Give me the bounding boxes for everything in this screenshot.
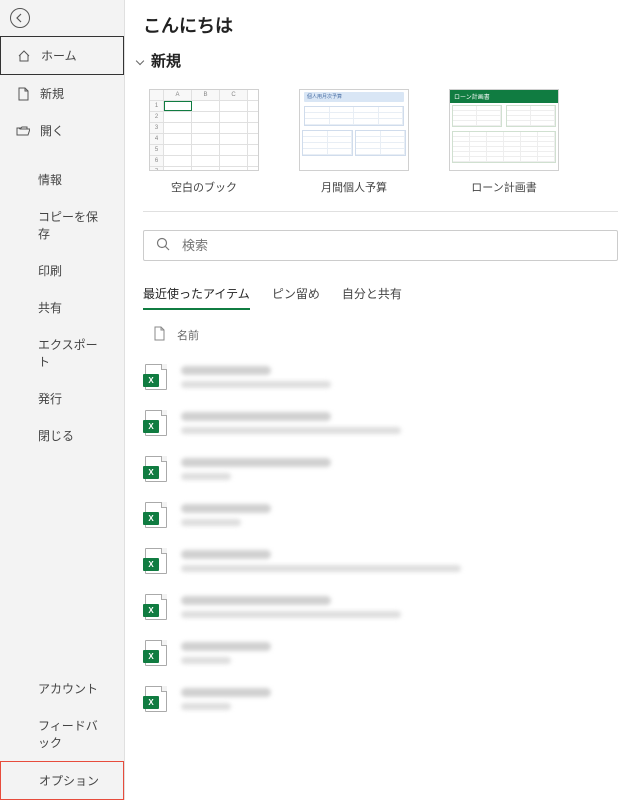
file-meta: [181, 458, 616, 480]
nav-account[interactable]: アカウント: [0, 670, 124, 707]
nav-print-label: 印刷: [38, 262, 62, 279]
document-icon: [153, 326, 165, 344]
nav-publish-label: 発行: [38, 390, 62, 407]
file-row[interactable]: X: [125, 400, 636, 446]
excel-file-icon: X: [145, 548, 167, 574]
nav-new-label: 新規: [40, 85, 64, 102]
section-new-header[interactable]: 新規: [125, 44, 636, 77]
nav-print[interactable]: 印刷: [0, 252, 124, 289]
back-arrow-icon: [10, 8, 30, 28]
file-meta: [181, 550, 616, 572]
file-row[interactable]: X: [125, 584, 636, 630]
search-icon: [156, 237, 170, 254]
nav-open[interactable]: 開く: [0, 112, 124, 149]
template-loan-schedule[interactable]: ローン計画書 ローン計画書: [449, 89, 559, 195]
nav-home-label: ホーム: [41, 47, 77, 64]
template-loan-label: ローン計画書: [471, 179, 536, 195]
backstage-sidebar: ホーム 新規 開く 情報 コピーを保存 印刷 共有 エクスポート 発行 閉じる …: [0, 0, 125, 800]
template-blank-thumb: ABC 1 2 3 4 5 6 7: [149, 89, 259, 171]
nav-options-label: オプション: [39, 772, 99, 789]
nav-new[interactable]: 新規: [0, 75, 124, 112]
template-monthly-budget[interactable]: 個人用月次予算 月間個人予算: [299, 89, 409, 195]
file-meta: [181, 642, 616, 664]
tab-pinned[interactable]: ピン留め: [272, 279, 320, 310]
nav-info-label: 情報: [38, 171, 62, 188]
page-title: こんにちは: [125, 12, 636, 44]
template-loan-header: ローン計画書: [450, 90, 558, 103]
nav-open-label: 開く: [40, 122, 64, 139]
template-loan-thumb: ローン計画書: [449, 89, 559, 171]
file-row[interactable]: X: [125, 538, 636, 584]
file-row[interactable]: X: [125, 492, 636, 538]
template-blank-workbook[interactable]: ABC 1 2 3 4 5 6 7 空白のブック: [149, 89, 259, 195]
recent-file-list: X X X X X X X: [125, 354, 636, 722]
template-budget-header: 個人用月次予算: [304, 92, 404, 102]
nav-close[interactable]: 閉じる: [0, 417, 124, 454]
file-meta: [181, 412, 616, 434]
nav-publish[interactable]: 発行: [0, 380, 124, 417]
file-row[interactable]: X: [125, 354, 636, 400]
nav-account-label: アカウント: [38, 680, 98, 697]
file-row[interactable]: X: [125, 630, 636, 676]
home-icon: [17, 49, 31, 63]
folder-open-icon: [16, 124, 30, 138]
search-input[interactable]: [182, 238, 605, 253]
document-icon: [16, 87, 30, 101]
tab-recent[interactable]: 最近使ったアイテム: [143, 279, 250, 310]
nav-export[interactable]: エクスポート: [0, 326, 124, 380]
nav-share[interactable]: 共有: [0, 289, 124, 326]
templates-row: ABC 1 2 3 4 5 6 7 空白のブック 個人用月次予算: [125, 77, 636, 211]
nav-info[interactable]: 情報: [0, 161, 124, 198]
excel-file-icon: X: [145, 456, 167, 482]
template-budget-thumb: 個人用月次予算: [299, 89, 409, 171]
tab-shared[interactable]: 自分と共有: [342, 279, 402, 310]
back-button[interactable]: [0, 0, 124, 36]
file-row[interactable]: X: [125, 446, 636, 492]
column-name-header: 名前: [177, 327, 199, 343]
nav-home[interactable]: ホーム: [0, 36, 124, 75]
file-meta: [181, 596, 616, 618]
template-blank-label: 空白のブック: [171, 179, 237, 195]
excel-file-icon: X: [145, 410, 167, 436]
nav-options[interactable]: オプション: [0, 761, 124, 800]
file-row[interactable]: X: [125, 676, 636, 722]
recent-tabs: 最近使ったアイテム ピン留め 自分と共有: [125, 279, 636, 316]
search-box[interactable]: [143, 230, 618, 261]
file-meta: [181, 366, 616, 388]
nav-feedback-label: フィードバック: [38, 717, 108, 751]
nav-share-label: 共有: [38, 299, 62, 316]
file-list-header: 名前: [125, 316, 636, 354]
nav-save-copy[interactable]: コピーを保存: [0, 198, 124, 252]
file-meta: [181, 688, 616, 710]
excel-file-icon: X: [145, 686, 167, 712]
template-budget-label: 月間個人予算: [321, 179, 387, 195]
excel-file-icon: X: [145, 640, 167, 666]
excel-file-icon: X: [145, 594, 167, 620]
nav-export-label: エクスポート: [38, 336, 108, 370]
main-content: こんにちは 新規 ABC 1 2 3 4 5 6 7 空白のブック: [125, 0, 636, 800]
nav-save-copy-label: コピーを保存: [38, 208, 108, 242]
file-meta: [181, 504, 616, 526]
chevron-down-icon: [136, 56, 144, 64]
excel-file-icon: X: [145, 502, 167, 528]
excel-file-icon: X: [145, 364, 167, 390]
nav-feedback[interactable]: フィードバック: [0, 707, 124, 761]
nav-close-label: 閉じる: [38, 427, 74, 444]
section-new-title: 新規: [151, 50, 181, 71]
